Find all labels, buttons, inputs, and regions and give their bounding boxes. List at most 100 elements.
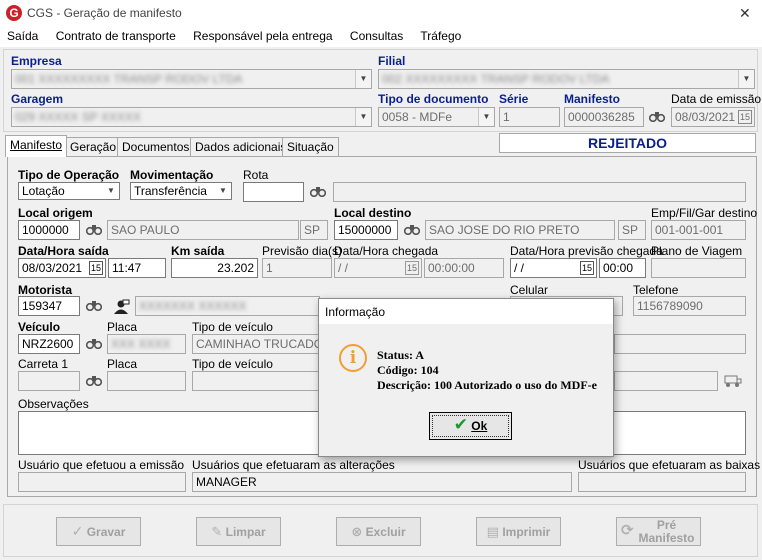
tipo-veiculo2-field	[192, 371, 320, 391]
serie-label: Série	[499, 92, 529, 106]
data-prev-chegada-field[interactable]: / / 15	[510, 258, 597, 278]
tipo-veiculo-field: CAMINHAO TRUCADO BA	[192, 334, 320, 354]
veiculo-extra-field	[614, 334, 746, 354]
usuarios-alteracoes-label: Usuários que efetuaram as alterações	[192, 458, 395, 472]
movimentacao-select[interactable]: Transferência ▼	[130, 182, 232, 200]
serie-field[interactable]: 1	[499, 107, 560, 127]
window-title: CGS - Geração de manifesto	[27, 6, 182, 20]
motorista-code[interactable]: 159347	[18, 296, 80, 316]
binoculars-icon[interactable]	[83, 371, 105, 391]
local-origem-label: Local origem	[18, 206, 93, 220]
observacoes-label: Observações	[18, 397, 89, 411]
menu-contrato[interactable]: Contrato de transporte	[56, 29, 176, 43]
previsao-dias-field: 1	[262, 258, 332, 278]
hora-chegada-field: 00:00:00	[424, 258, 504, 278]
rota-description	[333, 182, 746, 202]
calendar-icon[interactable]: 15	[579, 261, 594, 275]
tipo-veiculo-label: Tipo de veículo	[192, 320, 273, 334]
veiculo-label: Veículo	[18, 320, 61, 334]
carreta-field	[18, 371, 80, 391]
local-origem-code[interactable]: 1000000	[18, 220, 80, 240]
carreta-label: Carreta 1	[18, 357, 69, 371]
menu-bar: Saída Contrato de transporte Responsável…	[0, 28, 762, 47]
local-destino-code[interactable]: 15000000	[334, 220, 398, 240]
binoculars-icon[interactable]	[83, 334, 105, 354]
usuarios-baixas-label: Usuários que efetuaram as baixas	[578, 458, 761, 472]
data-saida-field[interactable]: 08/03/2021 15	[18, 258, 106, 278]
empresa-label: Empresa	[11, 54, 62, 68]
menu-responsavel[interactable]: Responsável pela entrega	[193, 29, 332, 43]
check-icon: ✓	[71, 523, 84, 539]
driver-card-icon[interactable]	[110, 296, 132, 316]
plano-viagem-field	[651, 258, 746, 278]
manifesto-field[interactable]: 0000036285	[564, 107, 644, 127]
local-destino-uf: SP	[618, 220, 646, 240]
filial-combo[interactable]: 002 XXXXXXXXX TRANSP RODOV LTDA ▼	[378, 69, 755, 89]
data-emissao-label: Data de emissão	[671, 92, 762, 106]
dialog-codigo: Código: 104	[377, 363, 439, 377]
info-icon: i	[339, 344, 367, 372]
placa2-label: Placa	[107, 357, 138, 371]
km-saida-label: Km saída	[171, 244, 225, 258]
trailer-icon[interactable]	[722, 371, 744, 391]
data-prev-chegada-label: Data/Hora previsão chegada	[510, 244, 663, 258]
pre-manifesto-button[interactable]: ⟳ Pré Manifesto	[616, 517, 701, 546]
dialog-title: Informação	[325, 305, 386, 319]
title-bar: G CGS - Geração de manifesto ✕	[0, 0, 762, 28]
emp-fil-gar-label: Emp/Fil/Gar destino	[651, 206, 758, 220]
motorista-name: XXXXXXX XXXXXX	[135, 296, 320, 316]
local-origem-uf: SP	[300, 220, 328, 240]
status-banner: REJEITADO	[499, 133, 756, 153]
tipo-veiculo2-label: Tipo de veículo	[192, 357, 273, 371]
tab-situacao[interactable]: Situação	[282, 137, 339, 156]
hora-prev-chegada-field[interactable]: 00:00	[599, 258, 646, 278]
excluir-button[interactable]: ⊗ Excluir	[336, 517, 421, 546]
placa-label: Placa	[107, 320, 138, 334]
calendar-icon[interactable]: 15	[737, 110, 752, 124]
menu-trafego[interactable]: Tráfego	[420, 29, 461, 43]
hora-saida-field[interactable]: 11:47	[108, 258, 166, 278]
tab-dados-adicionais[interactable]: Dados adicionais	[190, 137, 292, 156]
veiculo-field[interactable]: NRZ2600	[18, 334, 80, 354]
movimentacao-label: Movimentação	[130, 168, 214, 182]
imprimir-button[interactable]: ▤ Imprimir	[476, 517, 561, 546]
garagem-combo[interactable]: 029 XXXXX SP XXXXX ▼	[11, 107, 372, 127]
menu-saida[interactable]: Saída	[7, 29, 38, 43]
tipo-operacao-select[interactable]: Lotação ▼	[18, 182, 120, 200]
placa2-field	[107, 371, 186, 391]
tab-manifesto[interactable]: Manifesto	[5, 135, 68, 157]
calendar-icon[interactable]: 15	[88, 261, 103, 275]
info-dialog: Informação i Status: A Código: 104 Descr…	[318, 298, 614, 457]
rota-label: Rota	[243, 168, 269, 182]
eraser-icon: ✎	[211, 524, 223, 539]
empresa-combo[interactable]: 001 XXXXXXXXX TRANSP RODOV LTDA ▼	[11, 69, 372, 89]
km-saida-field[interactable]: 23.202	[171, 258, 258, 278]
tipo-operacao-label: Tipo de Operação	[18, 168, 120, 182]
menu-consultas[interactable]: Consultas	[350, 29, 403, 43]
emp-fil-gar-field: 001-001-001	[651, 220, 746, 240]
plano-viagem-label: Plano de Viagem	[651, 244, 743, 258]
gravar-button[interactable]: ✓ Gravar	[56, 517, 141, 546]
limpar-button[interactable]: ✎ Limpar	[196, 517, 281, 546]
tab-geracao[interactable]: Geração	[65, 137, 122, 156]
binoculars-icon[interactable]	[307, 182, 329, 202]
binoculars-icon[interactable]	[401, 220, 423, 240]
usuarios-alteracoes-field: MANAGER	[192, 472, 572, 492]
ok-button[interactable]: ✔ Ok	[429, 412, 512, 440]
tipo-doc-combo[interactable]: 0058 - MDFe ▼	[378, 107, 495, 127]
binoculars-icon[interactable]	[646, 107, 668, 127]
close-icon[interactable]: ✕	[739, 5, 751, 22]
calendar-icon: 15	[404, 261, 419, 275]
tab-documentos[interactable]: Documentos	[117, 137, 195, 156]
dialog-title-bar: Informação	[319, 299, 613, 324]
rota-field[interactable]	[243, 182, 304, 202]
dialog-status: Status: A	[377, 348, 425, 362]
binoculars-icon[interactable]	[83, 220, 105, 240]
data-chegada-field: / / 15	[334, 258, 422, 278]
usuarios-baixas-field	[578, 472, 746, 492]
data-emissao-field[interactable]: 08/03/2021 15	[671, 107, 755, 127]
placa-field: XXX XXXX	[107, 334, 186, 354]
refresh-icon: ⟳	[621, 522, 634, 539]
data-saida-label: Data/Hora saída	[18, 244, 109, 258]
binoculars-icon[interactable]	[83, 296, 105, 316]
